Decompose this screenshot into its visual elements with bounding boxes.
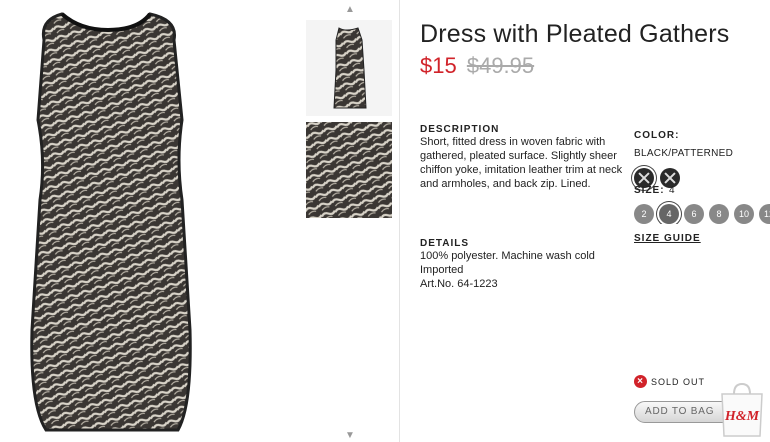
description-label: DESCRIPTION xyxy=(420,124,500,135)
product-main-image[interactable] xyxy=(0,0,220,442)
shopping-bag-icon: H&M xyxy=(716,380,768,438)
size-option-selected[interactable]: 4 xyxy=(659,204,679,224)
sale-price: $15 xyxy=(420,53,457,78)
sold-out-label: SOLD OUT xyxy=(651,376,706,387)
details-line: Imported xyxy=(420,264,464,276)
size-value: 4 xyxy=(669,185,675,196)
size-guide-link[interactable]: SIZE GUIDE xyxy=(634,233,701,244)
original-price: $49.95 xyxy=(466,53,535,78)
size-option[interactable]: 2 xyxy=(634,204,654,224)
color-selector: COLOR: Black/Patterned xyxy=(634,125,770,188)
thumbnail-column: ▲ ▼ xyxy=(300,0,400,442)
brand-logo: H&M xyxy=(724,409,760,424)
details-line: 100% polyester. Machine wash cold xyxy=(420,250,595,262)
price: $15 $49.95 xyxy=(420,53,534,79)
size-selector: SIZE: 4 2 4 6 8 10 12 xyxy=(634,180,770,224)
size-label: SIZE: xyxy=(634,185,665,196)
size-option[interactable]: 8 xyxy=(709,204,729,224)
size-option[interactable]: 10 xyxy=(734,204,754,224)
product-title: Dress with Pleated Gathers xyxy=(420,20,730,48)
details-label: DETAILS xyxy=(420,238,470,249)
size-option[interactable]: 12 xyxy=(759,204,770,224)
details-line: Art.No. 64-1223 xyxy=(420,278,498,290)
color-label: COLOR: xyxy=(634,130,680,141)
thumbnail-fabric-detail[interactable] xyxy=(306,122,392,218)
sold-out-status: × SOLD OUT xyxy=(634,375,705,388)
chevron-down-icon[interactable]: ▼ xyxy=(344,430,356,441)
details-section: DETAILS 100% polyester. Machine wash col… xyxy=(420,238,625,291)
close-icon: × xyxy=(634,375,647,388)
description-text: Short, fitted dress in woven fabric with… xyxy=(420,136,623,190)
description-section: DESCRIPTION Short, fitted dress in woven… xyxy=(420,124,625,191)
chevron-up-icon[interactable]: ▲ xyxy=(344,4,356,15)
size-option[interactable]: 6 xyxy=(684,204,704,224)
color-value: Black/Patterned xyxy=(634,148,734,159)
thumbnail-full-dress[interactable] xyxy=(306,20,392,116)
